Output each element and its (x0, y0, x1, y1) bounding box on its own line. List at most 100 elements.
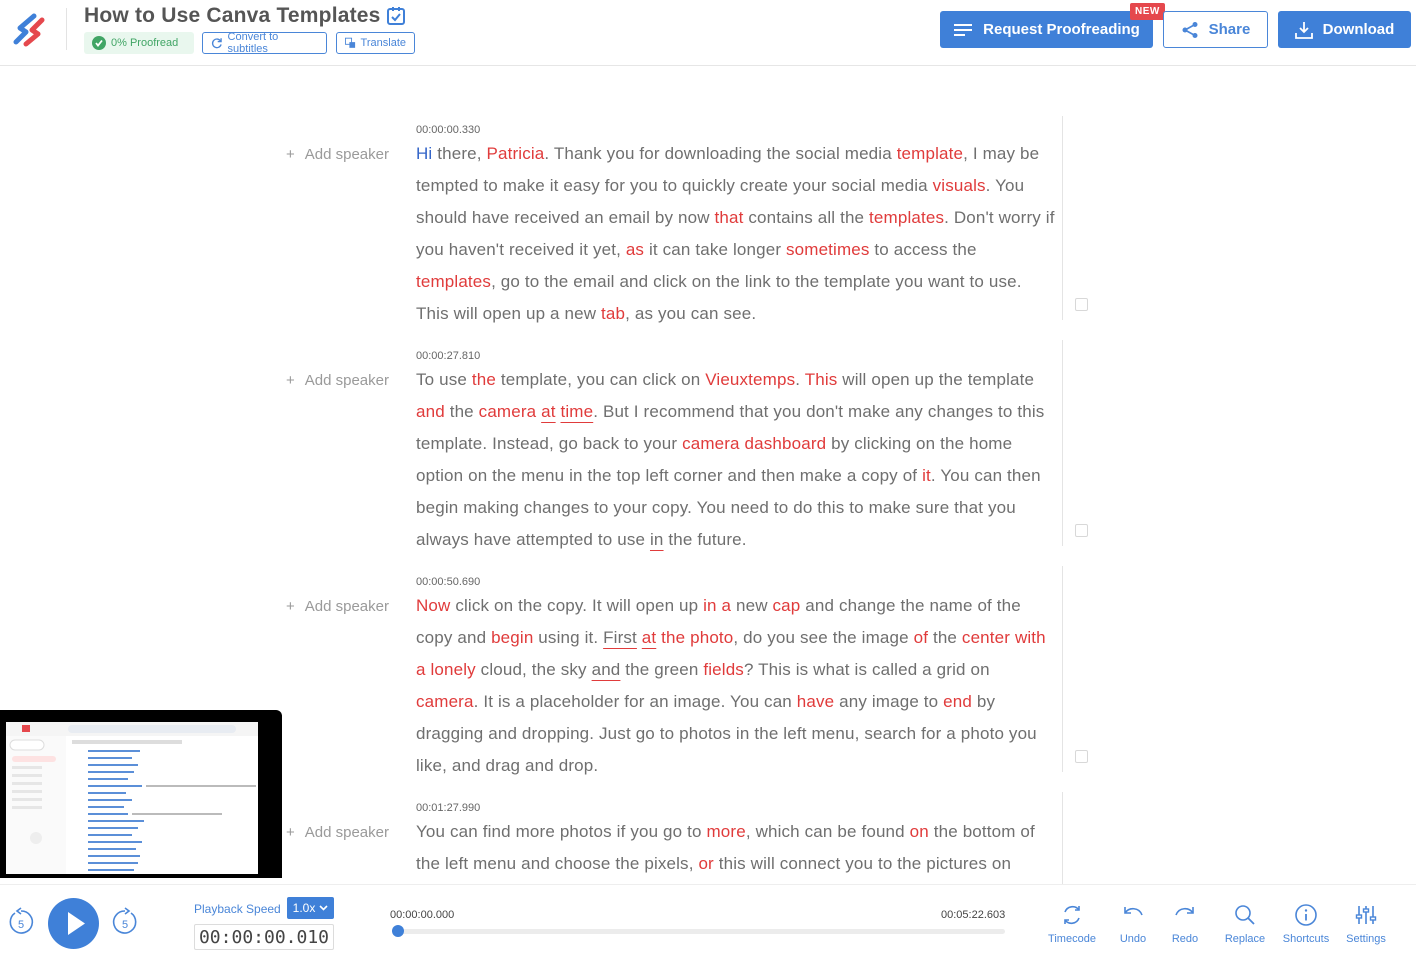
redo-button[interactable]: Redo (1155, 903, 1215, 945)
flagged-word[interactable]: more (706, 822, 745, 841)
flagged-word[interactable]: in (650, 530, 664, 549)
paragraph-timecode[interactable]: 00:00:00.330 (416, 124, 480, 136)
paragraph-text[interactable]: To use the template, you can click on Vi… (416, 364, 1056, 556)
transcript-word[interactable]: cloud, the sky (476, 660, 592, 679)
request-proofreading-button[interactable]: Request Proofreading (940, 11, 1153, 48)
transcript-word[interactable]: ? This is what is called a grid on (744, 660, 990, 679)
flagged-word[interactable]: templates (869, 208, 944, 227)
rewind-5-button[interactable]: 5 (6, 907, 36, 937)
transcript-word[interactable]: any image to (834, 692, 943, 711)
add-speaker-button[interactable]: + Add speaker (286, 598, 389, 615)
flagged-word[interactable]: Now (416, 596, 450, 615)
flagged-word[interactable]: time (561, 402, 594, 421)
flagged-word[interactable]: fields (703, 660, 744, 679)
paragraph-text[interactable]: Now click on the copy. It will open up i… (416, 590, 1056, 782)
forward-5-button[interactable]: 5 (110, 907, 140, 937)
playback-speed-select[interactable]: 1.0x (287, 897, 334, 919)
undo-button[interactable]: Undo (1103, 903, 1163, 945)
transcript-word[interactable]: . Thank you for downloading the social m… (544, 144, 896, 163)
timeline-scrubber-handle[interactable] (392, 925, 404, 937)
transcript-word[interactable]: the future. (664, 530, 747, 549)
transcript-word[interactable]: it can take longer (644, 240, 786, 259)
document-title[interactable]: How to Use Canva Templates (84, 4, 381, 28)
transcript-word[interactable]: to access the (870, 240, 977, 259)
transcript-word[interactable]: . It is a placeholder for an image. You … (474, 692, 797, 711)
shortcuts-button[interactable]: Shortcuts (1276, 903, 1336, 945)
flagged-word[interactable]: the (472, 370, 496, 389)
flagged-word[interactable]: camera (416, 692, 474, 711)
timecode-button[interactable]: Timecode (1042, 903, 1102, 945)
flagged-word[interactable]: First (603, 628, 637, 647)
transcript-word[interactable]: using it. (533, 628, 603, 647)
flagged-word[interactable]: templates (416, 272, 491, 291)
flagged-word[interactable]: that (715, 208, 744, 227)
flagged-word[interactable]: begin (491, 628, 533, 647)
flagged-word[interactable]: This (805, 370, 838, 389)
paragraph-checkbox[interactable] (1075, 298, 1088, 311)
transcript-word[interactable]: You can find more photos if you go to (416, 822, 706, 841)
current-time-input[interactable]: 00:00:00.010 (194, 924, 334, 950)
flagged-word[interactable]: camera (479, 402, 537, 421)
flagged-word[interactable]: sometimes (786, 240, 870, 259)
transcript-word[interactable]: , which can be found (746, 822, 910, 841)
flagged-word[interactable]: visuals (933, 176, 986, 195)
transcript-word[interactable]: new (731, 596, 772, 615)
add-speaker-button[interactable]: + Add speaker (286, 372, 389, 389)
transcript-word[interactable]: this will connect you to the pictures on (714, 854, 1011, 873)
download-button[interactable]: Download (1278, 11, 1411, 48)
flagged-word[interactable]: in a (703, 596, 731, 615)
paragraph-timecode[interactable]: 00:00:50.690 (416, 576, 480, 588)
paragraph-text[interactable]: You can find more photos if you go to mo… (416, 816, 1056, 880)
add-speaker-button[interactable]: + Add speaker (286, 824, 389, 841)
save-icon[interactable] (386, 6, 406, 26)
flagged-word[interactable]: it (922, 466, 931, 485)
flagged-word[interactable]: have (797, 692, 834, 711)
transcript-word[interactable]: will open up the template (837, 370, 1034, 389)
refresh-icon (211, 38, 222, 49)
paragraph-timecode[interactable]: 00:01:27.990 (416, 802, 480, 814)
paragraph-text[interactable]: Hi there, Patricia. Thank you for downlo… (416, 138, 1056, 330)
app-logo-icon[interactable] (12, 12, 48, 48)
flagged-word[interactable]: template (897, 144, 963, 163)
transcript-word[interactable]: template, you can click on (496, 370, 705, 389)
paragraph-timecode[interactable]: 00:00:27.810 (416, 350, 480, 362)
paragraph-checkbox[interactable] (1075, 750, 1088, 763)
flagged-word[interactable]: Hi (416, 144, 432, 163)
play-button[interactable] (48, 898, 99, 949)
transcript-word[interactable]: the (445, 402, 479, 421)
flagged-word[interactable]: Patricia (486, 144, 544, 163)
flagged-word[interactable]: of (914, 628, 928, 647)
flagged-word[interactable]: on (910, 822, 929, 841)
flagged-word[interactable]: at (541, 402, 555, 421)
flagged-word[interactable]: tab (601, 304, 625, 323)
flagged-word[interactable]: the photo (661, 628, 733, 647)
paragraph-checkbox[interactable] (1075, 524, 1088, 537)
transcript-word[interactable]: contains all the (743, 208, 869, 227)
flagged-word[interactable]: Vieuxtemps (705, 370, 795, 389)
flagged-word[interactable]: cap (773, 596, 801, 615)
flagged-word[interactable]: or (698, 854, 713, 873)
transcript-word[interactable]: the green (620, 660, 703, 679)
convert-to-subtitles-button[interactable]: Convert to subtitles (202, 31, 327, 55)
transcript-word[interactable]: . (795, 370, 804, 389)
add-speaker-button[interactable]: + Add speaker (286, 146, 389, 163)
timeline-track[interactable] (398, 929, 1005, 934)
transcript-word[interactable]: , do you see the image (733, 628, 913, 647)
flagged-word[interactable]: at (642, 628, 656, 647)
share-button[interactable]: Share (1163, 11, 1268, 48)
transcript-word[interactable]: the (928, 628, 962, 647)
transcript-word[interactable]: there, (432, 144, 486, 163)
video-frame (6, 722, 258, 874)
transcript-word[interactable]: To use (416, 370, 472, 389)
video-preview[interactable] (0, 710, 282, 878)
flagged-word[interactable]: end (943, 692, 972, 711)
flagged-word[interactable]: as (626, 240, 644, 259)
transcript-word[interactable]: , as you can see. (625, 304, 756, 323)
flagged-word[interactable]: and (416, 402, 445, 421)
replace-button[interactable]: Replace (1215, 903, 1275, 945)
flagged-word[interactable]: and (592, 660, 621, 679)
translate-button[interactable]: Translate (336, 32, 415, 54)
transcript-word[interactable]: click on the copy. It will open up (450, 596, 703, 615)
flagged-word[interactable]: camera dashboard (682, 434, 826, 453)
settings-button[interactable]: Settings (1336, 903, 1396, 945)
